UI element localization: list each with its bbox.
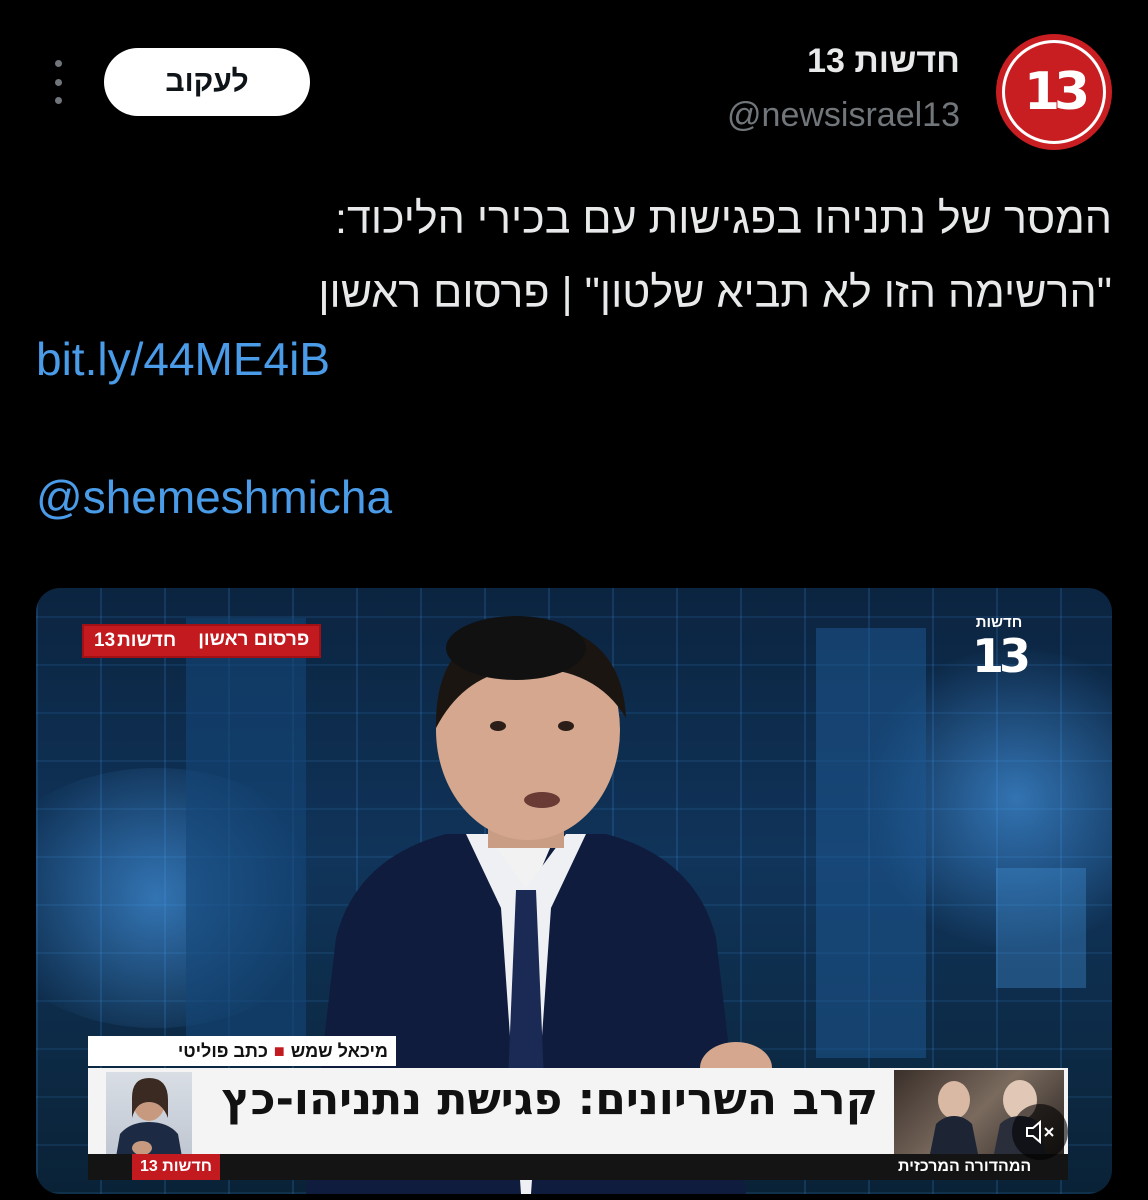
tweet-text: המסר של נתניהו בפגישות עם בכירי הליכוד: …	[32, 182, 1112, 330]
studio-panel-right	[816, 628, 926, 1058]
video-media[interactable]: פרסום ראשון חדשות 13 חדשות 13 מיכאל שמש …	[36, 588, 1112, 1194]
headline-text: קרב השריונים: פגישת נתניהו-כץ	[221, 1074, 878, 1125]
channel-logo-number: 13	[971, 629, 1031, 683]
avatar-logo-text: 13	[1002, 40, 1106, 144]
separator-dot: ■	[273, 1040, 285, 1061]
account-handle[interactable]: @newsisrael13	[727, 96, 960, 135]
tweet-link[interactable]: bit.ly/44ME4iB	[36, 332, 330, 386]
studio-screen	[996, 868, 1086, 988]
reporter-name: מיכאל שמש	[290, 1040, 388, 1061]
live-tag-number: 13	[94, 630, 116, 651]
reporter-role: כתב פוליטי	[177, 1040, 268, 1061]
speaker-muted-icon[interactable]	[1012, 1104, 1068, 1160]
bottom-right-label: המהדורה המרכזית	[898, 1158, 1032, 1175]
channel-logo: חדשות 13	[964, 614, 1034, 694]
tweet-line-2: "הרשימה הזו לא תביא שלטון" | פרסום ראשון	[318, 269, 1112, 317]
more-vertical-icon[interactable]	[44, 60, 72, 104]
live-tag: פרסום ראשון חדשות 13	[82, 624, 322, 658]
tweet-mention[interactable]: @shemeshmicha	[36, 470, 392, 524]
account-avatar[interactable]: 13	[996, 34, 1112, 150]
tweet-line-1: המסר של נתניהו בפגישות עם בכירי הליכוד:	[335, 195, 1112, 243]
live-tag-separator	[186, 626, 189, 656]
bottom-left-label: חדשות 13	[132, 1154, 220, 1180]
live-tag-channel: חדשות	[117, 630, 177, 651]
account-display-name[interactable]: חדשות 13	[807, 42, 960, 81]
live-tag-first: פרסום ראשון	[188, 626, 320, 656]
reporter-strip: מיכאל שמש ■ כתב פוליטי	[88, 1036, 396, 1066]
follow-button[interactable]: לעקוב	[104, 48, 310, 116]
live-tag-second: חדשות 13	[84, 626, 187, 656]
